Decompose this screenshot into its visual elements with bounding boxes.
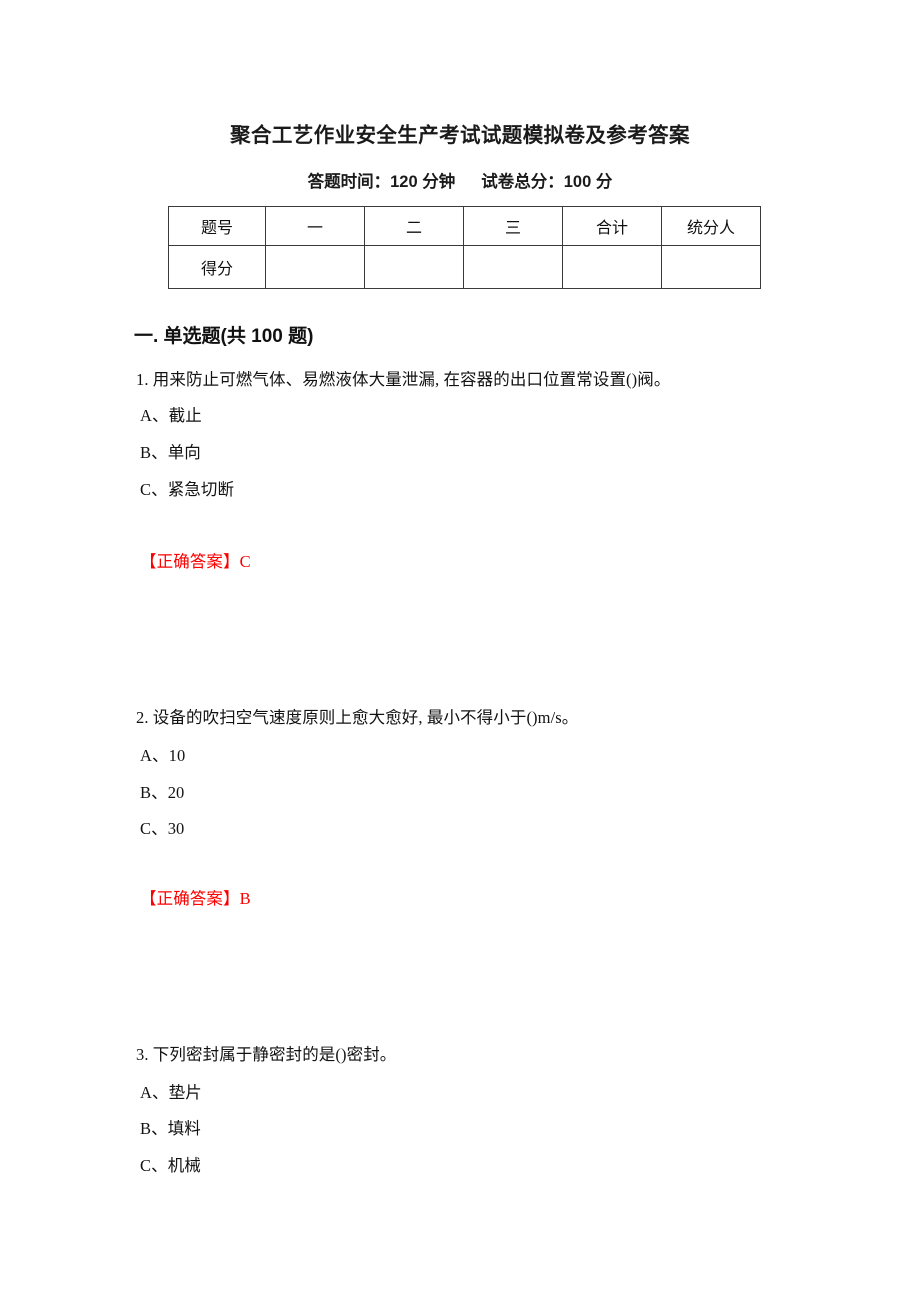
score-cell-3[interactable] <box>463 245 563 289</box>
score-table-col-grader: 统分人 <box>661 206 761 246</box>
answer-time-label: 答题时间：120 分钟 <box>307 173 456 191</box>
table-row: 得分 <box>168 245 761 289</box>
question-stem: 3. 下列密封属于静密封的是()密封。 <box>136 1045 397 1064</box>
question-option-c[interactable]: C、机械 <box>140 1152 201 1176</box>
score-cell-1[interactable] <box>265 245 365 289</box>
page-title: 聚合工艺作业安全生产考试试题模拟卷及参考答案 <box>230 124 690 147</box>
score-table-row-label: 题号 <box>168 206 266 246</box>
question-option-c[interactable]: C、紧急切断 <box>140 476 234 500</box>
question-option-a[interactable]: A、10 <box>140 742 185 766</box>
correct-answer: 【正确答案】C <box>140 552 251 571</box>
section-heading-single-choice: 一. 单选题(共 100 题) <box>134 326 314 347</box>
score-cell-2[interactable] <box>364 245 464 289</box>
score-row-label: 得分 <box>168 245 266 289</box>
exam-paper-page: 聚合工艺作业安全生产考试试题模拟卷及参考答案 答题时间：120 分钟 试卷总分：1… <box>0 0 920 1302</box>
score-table: 题号 一 二 三 合计 统分人 得分 <box>168 206 761 289</box>
question-stem: 1. 用来防止可燃气体、易燃液体大量泄漏, 在容器的出口位置常设置()阀。 <box>136 370 671 389</box>
score-table-col-2: 二 <box>364 206 464 246</box>
question-option-a[interactable]: A、截止 <box>140 402 202 426</box>
total-score-label: 试卷总分：100 分 <box>481 173 613 191</box>
correct-answer: 【正确答案】B <box>140 889 251 908</box>
question-option-b[interactable]: B、单向 <box>140 439 201 463</box>
score-cell-total[interactable] <box>562 245 662 289</box>
question-option-a[interactable]: A、垫片 <box>140 1079 202 1103</box>
score-cell-grader[interactable] <box>661 245 761 289</box>
table-row: 题号 一 二 三 合计 统分人 <box>168 206 761 246</box>
question-stem: 2. 设备的吹扫空气速度原则上愈大愈好, 最小不得小于()m/s。 <box>136 708 579 727</box>
question-option-b[interactable]: B、填料 <box>140 1115 201 1139</box>
exam-meta-line: 答题时间：120 分钟 试卷总分：100 分 <box>0 168 920 192</box>
score-table-col-1: 一 <box>265 206 365 246</box>
score-table-col-total: 合计 <box>562 206 662 246</box>
question-option-b[interactable]: B、20 <box>140 779 184 803</box>
question-option-c[interactable]: C、30 <box>140 815 184 839</box>
score-table-col-3: 三 <box>463 206 563 246</box>
